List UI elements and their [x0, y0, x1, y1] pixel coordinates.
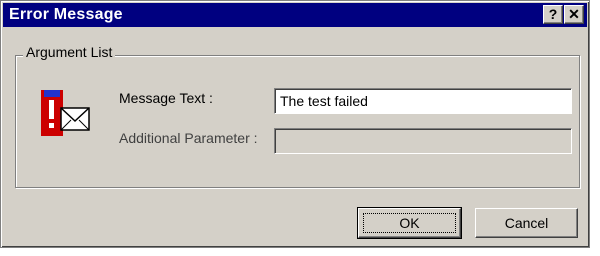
dialog-title: Error Message: [9, 6, 123, 23]
help-icon: ?: [548, 6, 558, 22]
argument-list-group: [15, 55, 580, 188]
close-icon: ✕: [568, 6, 580, 22]
icon-exclamation-bar: [49, 100, 54, 119]
title-bar[interactable]: Error Message ? ✕: [3, 3, 587, 27]
icon-blue-band: [44, 90, 60, 97]
message-text-label: Message Text :: [119, 90, 213, 106]
message-text-input[interactable]: [274, 88, 572, 114]
error-message-icon: [41, 90, 90, 136]
group-legend: Argument List: [23, 44, 116, 60]
close-button[interactable]: ✕: [564, 5, 584, 24]
cancel-button[interactable]: Cancel: [475, 208, 578, 238]
additional-parameter-label: Additional Parameter :: [119, 130, 258, 146]
icon-exclamation-dot: [49, 123, 54, 128]
ok-button[interactable]: OK: [357, 207, 462, 239]
ok-button-label: OK: [363, 213, 456, 233]
help-button[interactable]: ?: [543, 5, 563, 24]
additional-parameter-input[interactable]: [274, 128, 572, 154]
